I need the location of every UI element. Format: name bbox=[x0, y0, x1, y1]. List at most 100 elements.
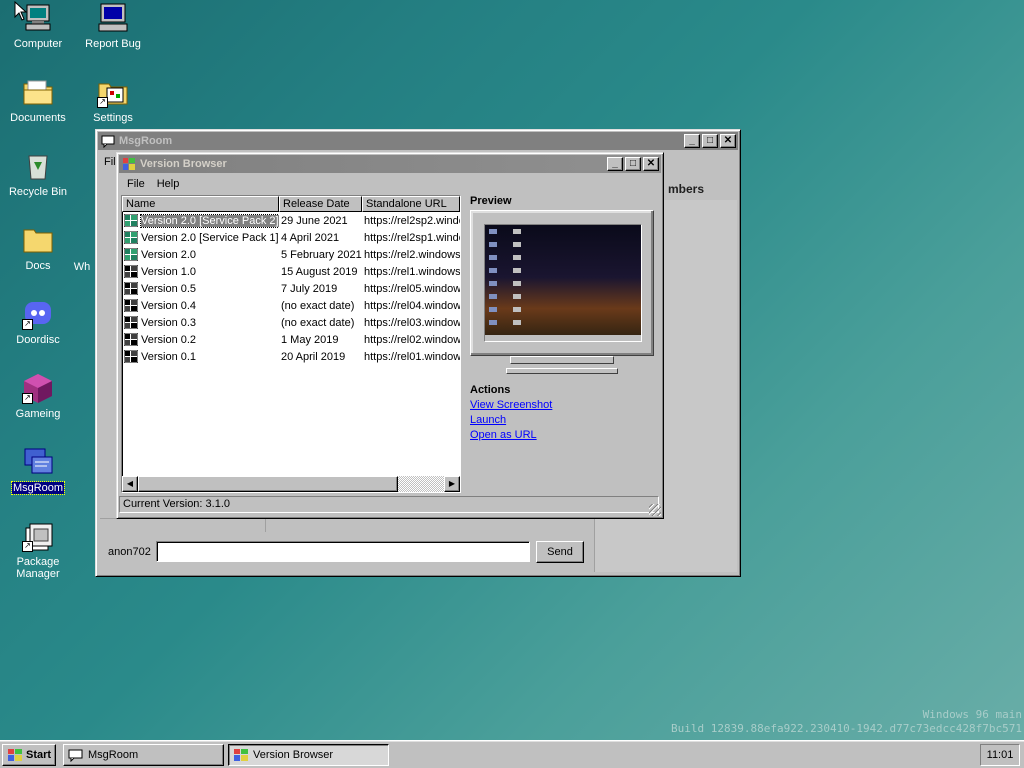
minimize-button[interactable]: _ bbox=[684, 134, 700, 148]
msgroom-titlebar[interactable]: MsgRoom _ □ ✕ bbox=[98, 132, 738, 150]
start-button[interactable]: Start bbox=[2, 744, 56, 766]
chat-icon bbox=[68, 749, 83, 762]
desktop-icon-doordisc[interactable]: ↗ Doordisc bbox=[1, 298, 75, 346]
menu-help[interactable]: Help bbox=[151, 178, 186, 190]
release-date-cell: 20 April 2019 bbox=[281, 350, 346, 363]
release-date-cell: 1 May 2019 bbox=[281, 333, 339, 346]
windows-flag-mono-icon bbox=[124, 316, 138, 329]
msgroom-divider-v bbox=[265, 518, 266, 532]
discord-icon: ↗ bbox=[22, 298, 54, 330]
view-screenshot-link[interactable]: View Screenshot bbox=[470, 398, 552, 413]
version-name-cell: Version 1.0 bbox=[122, 263, 279, 280]
table-row[interactable]: Version 2.0 [Service Pack 2] 29 June 2021… bbox=[122, 212, 460, 229]
version-browser-window[interactable]: Version Browser _ □ ✕ File Help Name Rel… bbox=[116, 152, 664, 519]
version-browser-titlebar[interactable]: Version Browser _ □ ✕ bbox=[119, 155, 661, 173]
desktop-icon-report-bug[interactable]: Report Bug bbox=[76, 2, 150, 50]
actions-list: View Screenshot Launch Open as URL bbox=[470, 398, 552, 443]
window-title: Version Browser bbox=[140, 158, 227, 170]
minimize-button[interactable]: _ bbox=[607, 157, 623, 171]
release-date-cell: 5 February 2021 bbox=[281, 248, 362, 261]
desktop-icon-label: Package Manager bbox=[16, 556, 60, 580]
members-header: mbers bbox=[668, 182, 705, 196]
version-name-cell: Version 2.0 bbox=[122, 246, 279, 263]
standalone-url-cell: https://rel01.window bbox=[364, 350, 460, 363]
standalone-url-cell: https://rel2sp2.windo bbox=[364, 214, 460, 227]
folder-icon bbox=[22, 76, 54, 108]
actions-label: Actions bbox=[470, 384, 511, 396]
version-name: Version 0.1 bbox=[141, 351, 197, 363]
maximize-button[interactable]: □ bbox=[625, 157, 641, 171]
table-row[interactable]: Version 1.0 15 August 2019 https://rel1.wi… bbox=[122, 263, 460, 280]
windows-flag-icon bbox=[124, 248, 138, 261]
send-button[interactable]: Send bbox=[536, 541, 584, 563]
windows-flag-mono-icon bbox=[124, 350, 138, 363]
launch-link[interactable]: Launch bbox=[470, 413, 552, 428]
scroll-thumb[interactable] bbox=[138, 476, 398, 492]
table-row[interactable]: Version 0.2 1 May 2019 https://rel02.windo… bbox=[122, 331, 460, 348]
release-date-cell: 4 April 2021 bbox=[281, 231, 340, 244]
taskbar-item-label: Version Browser bbox=[253, 749, 334, 761]
watermark-line-2: Build 12839.88efa922.230410-1942.d77c73e… bbox=[671, 722, 1022, 735]
desktop-icon-settings[interactable]: ↗ Settings bbox=[76, 76, 150, 124]
taskbar-item-label: MsgRoom bbox=[88, 749, 139, 761]
menu-file[interactable]: File bbox=[121, 178, 151, 190]
table-row[interactable]: Version 0.4 (no exact date) https://rel04.… bbox=[122, 297, 460, 314]
table-row[interactable]: Version 0.5 7 July 2019 https://rel05.wind… bbox=[122, 280, 460, 297]
system-tray: 11:01 bbox=[980, 744, 1020, 766]
standalone-url-cell: https://rel02.window bbox=[364, 333, 460, 346]
release-date-cell: 15 August 2019 bbox=[281, 265, 358, 278]
release-date-cell: 29 June 2021 bbox=[281, 214, 348, 227]
desktop-icon-documents[interactable]: Documents bbox=[1, 76, 75, 124]
standalone-url-cell: https://rel04.window bbox=[364, 299, 460, 312]
send-button-label: Send bbox=[547, 546, 573, 558]
close-button[interactable]: ✕ bbox=[643, 157, 659, 171]
windows-flag-mono-icon bbox=[124, 333, 138, 346]
desktop-icon-package-manager[interactable]: ↗ Package Manager bbox=[1, 520, 75, 580]
message-input[interactable] bbox=[156, 541, 530, 562]
table-row[interactable]: Version 0.1 20 April 2019 https://rel01.wi… bbox=[122, 348, 460, 365]
msgroom-menu-file[interactable]: Fil bbox=[104, 156, 116, 168]
desktop-icon-recycle-bin[interactable]: Recycle Bin bbox=[1, 150, 75, 198]
windows-flag-icon bbox=[124, 214, 138, 227]
column-header-name[interactable]: Name bbox=[122, 196, 279, 212]
clock[interactable]: 11:01 bbox=[987, 749, 1014, 761]
desktop-icon-gameing[interactable]: ↗ Gameing bbox=[1, 372, 75, 420]
version-name-cell: Version 0.5 bbox=[122, 280, 279, 297]
desktop-icon-computer[interactable]: Computer bbox=[1, 2, 75, 50]
version-list[interactable]: Name Release Date Standalone URL Version… bbox=[121, 195, 461, 493]
desktop-icon-msgroom[interactable]: MsgRoom bbox=[1, 446, 75, 495]
version-name: Version 2.0 [Service Pack 2] bbox=[140, 214, 279, 228]
desktop-icon-label: Settings bbox=[93, 112, 133, 124]
mouse-cursor-icon bbox=[14, 1, 28, 21]
desktop-icon-label: MsgRoom bbox=[10, 481, 66, 495]
taskbar-item-msgroom[interactable]: MsgRoom bbox=[63, 744, 224, 766]
standalone-url-cell: https://rel05.window bbox=[364, 282, 460, 295]
version-name-cell: Version 0.1 bbox=[122, 348, 279, 365]
windows-flag-icon bbox=[123, 158, 135, 170]
preview-monitor bbox=[470, 210, 654, 378]
table-row[interactable]: Version 2.0 5 February 2021 https://rel2.w… bbox=[122, 246, 460, 263]
standalone-url-cell: https://rel03.window bbox=[364, 316, 460, 329]
column-header-url[interactable]: Standalone URL bbox=[362, 196, 460, 212]
version-name: Version 1.0 bbox=[141, 266, 197, 278]
table-row[interactable]: Version 2.0 [Service Pack 1] 4 April 2021… bbox=[122, 229, 460, 246]
horizontal-scrollbar[interactable]: ◀ ▶ bbox=[122, 476, 460, 492]
scroll-left-button[interactable]: ◀ bbox=[122, 476, 138, 492]
version-name: Version 0.5 bbox=[141, 283, 197, 295]
close-button[interactable]: ✕ bbox=[720, 134, 736, 148]
scroll-right-button[interactable]: ▶ bbox=[444, 476, 460, 492]
menu-bar: File Help bbox=[117, 175, 663, 193]
version-name-cell: Version 0.4 bbox=[122, 297, 279, 314]
version-name: Version 2.0 bbox=[141, 249, 197, 261]
open-as-url-link[interactable]: Open as URL bbox=[470, 428, 552, 443]
version-name-cell: Version 0.3 bbox=[122, 314, 279, 331]
desktop-icon-label: Report Bug bbox=[85, 38, 141, 50]
maximize-button[interactable]: □ bbox=[702, 134, 718, 148]
windows-flag-icon bbox=[234, 749, 248, 761]
taskbar-item-version-browser[interactable]: Version Browser bbox=[228, 744, 389, 766]
version-name: Version 0.2 bbox=[141, 334, 197, 346]
release-date-cell: (no exact date) bbox=[281, 299, 355, 312]
resize-grip[interactable] bbox=[649, 504, 661, 516]
table-row[interactable]: Version 0.3 (no exact date) https://rel03.… bbox=[122, 314, 460, 331]
column-header-date[interactable]: Release Date bbox=[279, 196, 362, 212]
